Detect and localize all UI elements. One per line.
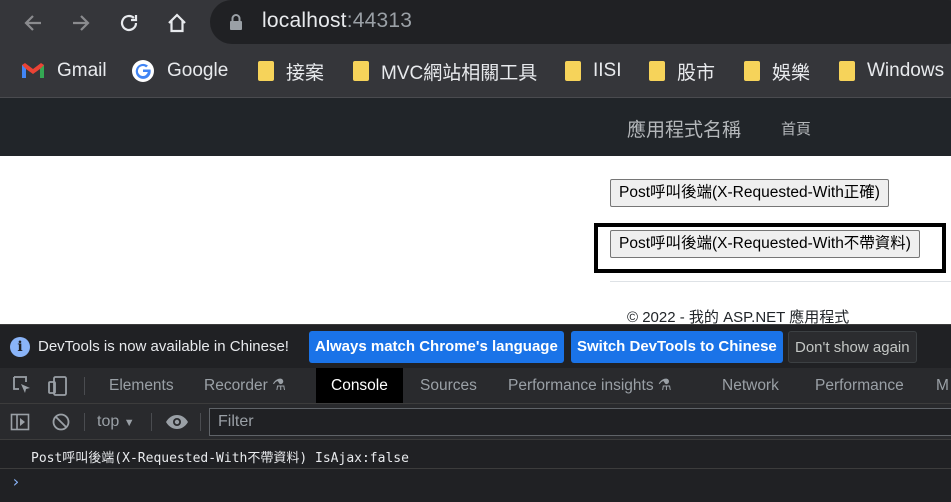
flask-icon: ⚗ [657, 377, 672, 394]
web-page: 應用程式名稱 首頁 Post呼叫後端(X-Requested-With正確) P… [0, 98, 951, 324]
bookmark-folder-windows[interactable]: Windows [839, 58, 944, 84]
console-filter[interactable] [209, 408, 951, 436]
post-correct-header-button[interactable]: Post呼叫後端(X-Requested-With正確) [610, 179, 889, 207]
tab-recorder-label: Recorder [204, 377, 268, 394]
home-icon [168, 13, 186, 33]
tab-network[interactable]: Network [722, 368, 779, 403]
post-no-header-button[interactable]: Post呼叫後端(X-Requested-With不帶資料) [610, 230, 920, 258]
bookmark-folder-iisi[interactable]: IISI [565, 58, 622, 84]
infobar-message: DevTools is now available in Chinese! [38, 338, 289, 355]
inspect-element-icon[interactable] [12, 375, 32, 395]
gmail-icon [22, 63, 44, 78]
context-selector[interactable]: top ▼ [97, 413, 135, 431]
bookmark-label: 接案 [286, 62, 325, 84]
console-toolbar: top ▼ [0, 404, 951, 440]
bookmark-google[interactable]: Google [131, 58, 228, 84]
console-prompt-chevron-icon[interactable]: › [11, 472, 21, 491]
console-output: Post呼叫後端(X-Requested-With不帶資料) IsAjax:fa… [0, 440, 951, 502]
bookmark-folder-jiean[interactable]: 接案 [258, 58, 324, 84]
devtools-language-infobar: i DevTools is now available in Chinese! … [0, 324, 951, 368]
toolbar-separator [151, 413, 152, 431]
tab-elements[interactable]: Elements [109, 368, 174, 403]
bookmark-label: MVC網站相關工具 [381, 62, 538, 84]
folder-icon [649, 61, 665, 81]
forward-button[interactable] [67, 9, 95, 37]
flask-icon: ⚗ [272, 377, 286, 394]
tab-performance-insights-label: Performance insights [508, 377, 654, 394]
folder-icon [353, 61, 369, 81]
bookmark-gmail[interactable]: Gmail [21, 58, 107, 84]
bookmarks-bar: Gmail Google 接案 MVC網站相關工具 IISI 股市 娛樂 Win… [0, 46, 951, 98]
site-navbar: 應用程式名稱 首頁 [0, 98, 951, 156]
tab-performance[interactable]: Performance [815, 368, 904, 403]
back-button[interactable] [19, 9, 47, 37]
bookmark-folder-stocks[interactable]: 股市 [649, 58, 715, 84]
tab-overflow[interactable]: M [936, 368, 949, 403]
console-log-message: Post呼叫後端(X-Requested-With不帶資料) IsAjax:fa… [31, 451, 409, 466]
tab-separator [84, 377, 85, 395]
tab-performance-insights[interactable]: Performance insights ⚗ [508, 368, 672, 403]
tab-sources[interactable]: Sources [420, 368, 477, 403]
always-match-language-button[interactable]: Always match Chrome's language [309, 331, 564, 363]
folder-icon [744, 61, 760, 81]
tab-console[interactable]: Console [316, 368, 403, 403]
folder-icon [258, 61, 274, 81]
info-icon: i [10, 337, 30, 357]
home-button[interactable] [163, 9, 191, 37]
context-value: top [97, 413, 120, 430]
back-arrow-icon [24, 15, 41, 31]
clear-console-icon[interactable] [51, 412, 71, 432]
bookmark-folder-mvc-tools[interactable]: MVC網站相關工具 [353, 58, 537, 84]
browser-toolbar: localhost:44313 [0, 0, 951, 46]
console-filter-input[interactable] [210, 409, 951, 435]
show-sidebar-icon[interactable] [10, 412, 30, 432]
tab-recorder[interactable]: Recorder ⚗ [204, 368, 286, 403]
lock-icon [230, 14, 242, 30]
folder-icon [565, 61, 581, 81]
bookmark-label: 娛樂 [772, 62, 811, 84]
bookmark-label: IISI [593, 60, 622, 81]
bookmark-label: Windows [867, 60, 945, 81]
dont-show-again-button[interactable]: Don't show again [788, 331, 917, 363]
live-expression-eye-icon[interactable] [165, 414, 189, 430]
device-toolbar-icon[interactable] [47, 375, 69, 397]
site-brand[interactable]: 應用程式名稱 [627, 115, 741, 142]
reload-icon [120, 14, 138, 32]
nav-link-home[interactable]: 首頁 [781, 118, 811, 139]
switch-to-chinese-button[interactable]: Switch DevTools to Chinese [571, 331, 783, 363]
footer-text: © 2022 - 我的 ASP.NET 應用程式 [627, 309, 850, 324]
bookmark-label: 股市 [677, 62, 716, 84]
bookmark-label: Google [167, 60, 229, 81]
google-icon [132, 60, 154, 82]
console-message-divider [0, 468, 951, 469]
footer-divider [610, 281, 951, 282]
dropdown-arrow-icon: ▼ [123, 417, 135, 429]
folder-icon [839, 61, 855, 81]
toolbar-separator [84, 413, 85, 431]
url-text: localhost:44313 [262, 9, 413, 32]
devtools-tab-bar: Elements Recorder ⚗ Console Sources Perf… [0, 368, 951, 404]
toolbar-separator [200, 413, 201, 431]
forward-arrow-icon [73, 15, 90, 31]
reload-button[interactable] [115, 9, 143, 37]
bookmark-folder-entertainment[interactable]: 娛樂 [744, 58, 810, 84]
bookmark-label: Gmail [57, 60, 107, 81]
